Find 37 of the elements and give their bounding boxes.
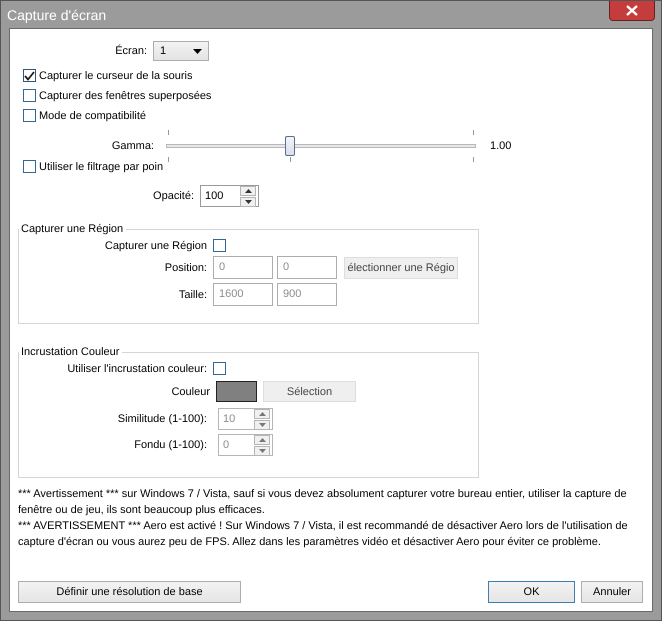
region-checkbox-label: Capturer une Région	[104, 240, 208, 252]
checkbox-option[interactable]: Utiliser le filtrage par poin	[23, 160, 164, 173]
screen-label: Écran:	[114, 45, 148, 57]
select-region-button[interactable]: électionner une Régio	[344, 256, 458, 278]
caret-icon	[193, 48, 202, 54]
checkbox-option[interactable]: Capturer des fenêtres superposées	[23, 89, 212, 102]
check-icon	[24, 70, 35, 80]
close-icon	[626, 5, 638, 16]
position-label: Position:	[164, 262, 208, 274]
down-arrow-icon[interactable]	[244, 200, 252, 204]
gamma-label: Gamma:	[110, 140, 155, 152]
close-button[interactable]	[609, 1, 655, 21]
gamma-value: 1.00	[490, 140, 512, 152]
checkbox-option[interactable]: Mode de compatibilité	[23, 109, 146, 122]
opacity-label: Opacité:	[152, 190, 195, 202]
ok-button[interactable]: OK	[488, 581, 575, 603]
color-label: Couleur	[170, 386, 211, 398]
up-arrow-icon[interactable]	[244, 188, 252, 192]
checkbox-option[interactable]: Capturer le curseur de la souris	[23, 69, 192, 82]
window-title: Capture d'écran	[7, 6, 106, 22]
select-color-button[interactable]: Sélection	[263, 381, 356, 402]
blend-label: Fondu (1-100):	[133, 439, 208, 451]
color-key-checkbox-label: Utiliser l'incrustation couleur:	[66, 362, 208, 374]
warning-text: *** Avertissement *** sur Windows 7 / Vista, sauf si vous devez absolument capturer votre bureau entier, utiliser la capture de fenêtre ou de jeu, ils sont beaucoup plus efficaces.	[18, 487, 628, 518]
similarity-label: Similitude (1-100):	[116, 413, 208, 425]
gamma-slider[interactable]	[166, 130, 476, 162]
base-resolution-button[interactable]: Définir une résolution de base	[18, 581, 241, 603]
group-title: Incrustation Couleur	[20, 346, 120, 358]
color-swatch[interactable]	[216, 381, 257, 402]
region-checkbox[interactable]	[213, 239, 226, 252]
size-label: Taille:	[178, 288, 208, 300]
warning-text: *** AVERTISSEMENT *** Aero est activé ! Sur Windows 7 / Vista, il est recommandé de désactiver Aero lors de l'utilisation de capture d'écran ou vous aurez peu de FPS. Allez dans les paramètres vidéo et désactiver Aero pour éviter ce problème.	[18, 519, 629, 550]
cancel-button[interactable]: Annuler	[581, 581, 643, 603]
screen-dropdown[interactable]: 1	[153, 41, 209, 61]
group-title: Capturer une Région	[20, 223, 124, 235]
color-key-checkbox[interactable]	[213, 362, 226, 375]
opacity-spinbox[interactable]: 100	[200, 185, 259, 207]
